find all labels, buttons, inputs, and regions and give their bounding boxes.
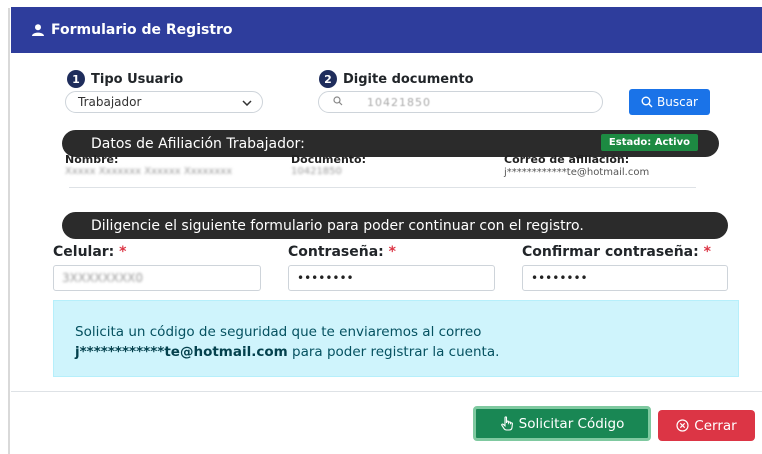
modal-header: Formulario de Registro — [11, 7, 762, 53]
celular-label: Celular: * — [53, 244, 127, 260]
document-label: Documento: — [291, 153, 367, 166]
step-number: 2 — [319, 70, 337, 88]
required-mark: * — [119, 244, 127, 260]
document-value-display: 10421850 — [291, 166, 342, 177]
modal-title: Formulario de Registro — [51, 22, 233, 38]
required-mark: * — [703, 244, 711, 260]
backdrop-top — [0, 0, 762, 7]
name-label: Nombre: — [65, 153, 119, 166]
alert-text-after: para poder registrar la cuenta. — [292, 344, 500, 360]
password-label: Contraseña: * — [288, 244, 396, 260]
status-badge: Estado: Activo — [600, 134, 698, 151]
registration-modal: Formulario de Registro 1 Tipo Usuario 2 … — [11, 7, 762, 454]
document-value: 10421850 — [367, 95, 431, 109]
celular-value: 3XXXXXXXX0 — [62, 271, 144, 285]
info-alert: Solicita un código de seguridad que te e… — [53, 300, 739, 377]
step-label: Tipo Usuario — [91, 71, 184, 87]
step-digite-documento: 2 Digite documento — [319, 70, 474, 88]
search-icon — [333, 95, 343, 109]
cerrar-label: Cerrar — [694, 417, 737, 434]
cerrar-button[interactable]: Cerrar — [658, 410, 755, 441]
password-value: •••••••• — [297, 271, 354, 285]
password-label-text: Contraseña: — [288, 244, 384, 260]
buscar-label: Buscar — [657, 95, 698, 109]
step-tipo-usuario: 1 Tipo Usuario — [67, 70, 183, 88]
password-input[interactable]: •••••••• — [288, 265, 495, 291]
user-icon — [31, 24, 45, 36]
hand-pointer-icon — [500, 416, 514, 431]
step-label: Digite documento — [343, 71, 474, 87]
alert-email: j************te@hotmail.com — [75, 344, 288, 360]
chevron-down-icon — [242, 95, 252, 109]
solicitar-label: Solicitar Código — [518, 415, 625, 432]
confirm-password-label: Confirmar contraseña: * — [522, 244, 711, 260]
search-icon — [641, 96, 653, 108]
name-value: Xxxxx Xxxxxxx Xxxxxx Xxxxxxxx — [65, 166, 233, 177]
user-type-select[interactable]: Trabajador — [65, 91, 263, 113]
email-label: Correo de afiliación: — [504, 153, 630, 166]
email-value: j************te@hotmail.com — [504, 167, 650, 178]
required-mark: * — [388, 244, 396, 260]
close-circle-icon — [676, 419, 689, 432]
buscar-button[interactable]: Buscar — [629, 89, 710, 115]
affiliation-title: Datos de Afiliación Trabajador: — [91, 135, 305, 152]
document-input[interactable]: 10421850 — [318, 91, 603, 113]
user-type-value: Trabajador — [78, 95, 142, 109]
footer-divider — [11, 391, 762, 392]
confirm-password-value: •••••••• — [531, 271, 588, 285]
alert-text-before: Solicita un código de seguridad que te e… — [75, 324, 482, 340]
divider — [69, 187, 696, 188]
confirm-password-input[interactable]: •••••••• — [522, 265, 728, 291]
backdrop-left — [0, 0, 11, 454]
celular-label-text: Celular: — [53, 244, 115, 260]
form-instructions: Diligencie el siguiente formulario para … — [91, 217, 584, 234]
celular-input[interactable]: 3XXXXXXXX0 — [53, 265, 261, 291]
confirm-label-text: Confirmar contraseña: — [522, 244, 699, 260]
solicitar-codigo-button[interactable]: Solicitar Código — [473, 406, 651, 441]
step-number: 1 — [67, 70, 85, 88]
form-instructions-bar: Diligencie el siguiente formulario para … — [62, 212, 728, 239]
